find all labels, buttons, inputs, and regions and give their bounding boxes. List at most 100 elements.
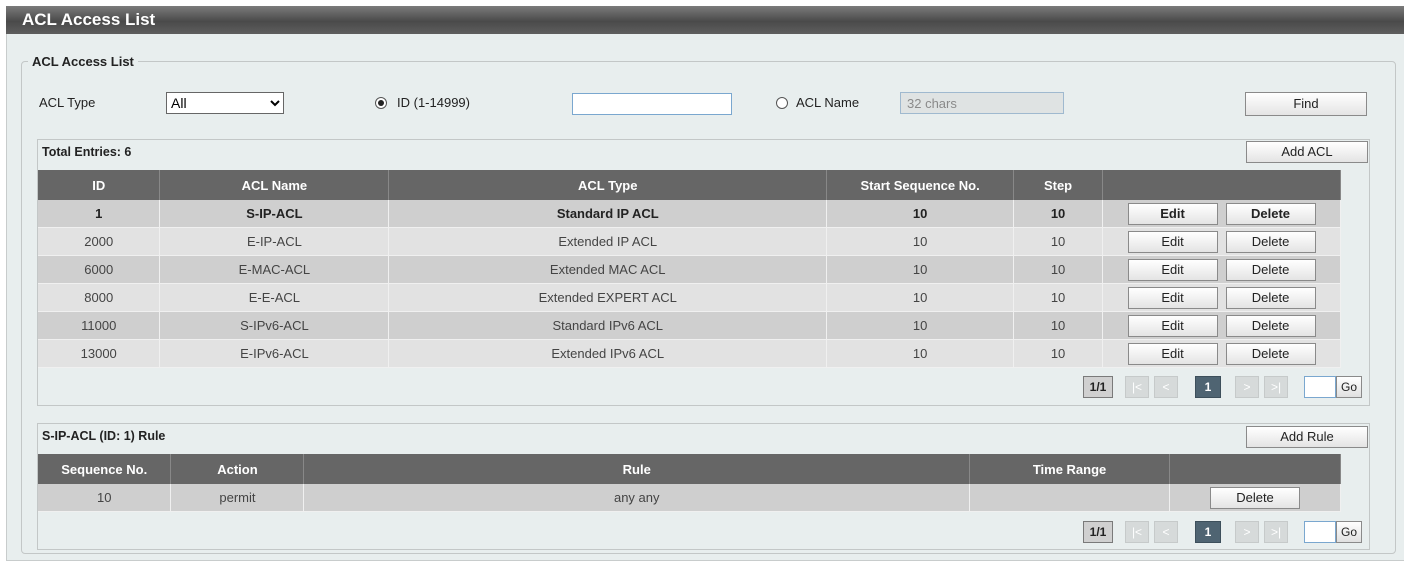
rule-table-title: S-IP-ACL (ID: 1) Rule [42, 429, 166, 443]
edit-button[interactable]: Edit [1127, 286, 1218, 309]
table-row: 10 permit any any Delete [38, 484, 1341, 512]
cell-name: S-IPv6-ACL [159, 311, 390, 340]
cell-actions: Edit Delete [1102, 283, 1341, 312]
go-button[interactable]: Go [1336, 521, 1362, 543]
cell-start: 10 [826, 283, 1015, 312]
cell-action: permit [170, 484, 305, 512]
cell-type: Extended IP ACL [388, 227, 828, 256]
acl-name-radio[interactable] [776, 97, 788, 109]
cell-id: 8000 [38, 283, 161, 312]
cell-id: 6000 [38, 255, 161, 284]
col-action: Action [170, 454, 305, 484]
col-step: Step [1013, 170, 1104, 200]
cell-actions: Edit Delete [1102, 227, 1341, 256]
cell-actions: Edit Delete [1102, 255, 1341, 284]
cell-rule: any any [303, 484, 971, 512]
cell-start: 10 [826, 227, 1015, 256]
cell-step: 10 [1013, 200, 1104, 228]
col-time-range: Time Range [969, 454, 1171, 484]
col-actions [1102, 170, 1341, 200]
cell-start: 10 [826, 255, 1015, 284]
cell-type: Extended MAC ACL [388, 255, 828, 284]
cell-id: 13000 [38, 339, 161, 368]
table-row: 1 S-IP-ACL Standard IP ACL 10 10 Edit Del… [38, 200, 1341, 228]
edit-button[interactable]: Edit [1127, 258, 1218, 281]
id-radio-label: ID (1-14999) [397, 95, 470, 110]
page-title: ACL Access List [6, 6, 1404, 34]
table-row: 6000 E-MAC-ACL Extended MAC ACL 10 10 Ed… [38, 255, 1341, 284]
cell-actions: Edit Delete [1102, 200, 1341, 228]
find-button[interactable]: Find [1245, 92, 1367, 116]
cell-rule-actions: Delete [1169, 484, 1341, 512]
cell-step: 10 [1013, 283, 1104, 312]
edit-button[interactable]: Edit [1127, 230, 1218, 253]
rule-table: Sequence No. Action Rule Time Range 10 p… [38, 454, 1341, 512]
col-acl-type: ACL Type [388, 170, 828, 200]
col-id: ID [38, 170, 161, 200]
table-row: 2000 E-IP-ACL Extended IP ACL 10 10 Edit… [38, 227, 1341, 256]
current-page[interactable]: 1 [1195, 376, 1221, 398]
last-page-button[interactable]: >| [1264, 376, 1288, 398]
add-rule-button[interactable]: Add Rule [1246, 426, 1368, 448]
acl-name-radio-label: ACL Name [796, 95, 860, 110]
cell-step: 10 [1013, 227, 1104, 256]
table-row: 8000 E-E-ACL Extended EXPERT ACL 10 10 E… [38, 283, 1341, 312]
delete-button[interactable]: Delete [1225, 342, 1316, 365]
delete-rule-button[interactable]: Delete [1210, 486, 1300, 509]
page-number-input[interactable] [1304, 521, 1336, 543]
next-page-button[interactable]: > [1235, 521, 1259, 543]
cell-time-range [969, 484, 1171, 512]
table-row: 13000 E-IPv6-ACL Extended IPv6 ACL 10 10… [38, 339, 1341, 368]
cell-step: 10 [1013, 255, 1104, 284]
edit-button[interactable]: Edit [1127, 342, 1218, 365]
delete-button[interactable]: Delete [1225, 258, 1316, 281]
cell-id: 1 [38, 200, 161, 228]
cell-start: 10 [826, 200, 1015, 228]
page-info: 1/1 [1083, 521, 1113, 543]
page-number-input[interactable] [1304, 376, 1336, 398]
cell-type: Extended EXPERT ACL [388, 283, 828, 312]
cell-id: 11000 [38, 311, 161, 340]
add-acl-button[interactable]: Add ACL [1246, 141, 1368, 163]
delete-button[interactable]: Delete [1225, 202, 1316, 225]
page-info: 1/1 [1083, 376, 1113, 398]
cell-name: S-IP-ACL [159, 200, 390, 228]
cell-name: E-MAC-ACL [159, 255, 390, 284]
cell-seq: 10 [38, 484, 172, 512]
acl-type-select[interactable]: All [166, 92, 284, 114]
table-row: 11000 S-IPv6-ACL Standard IPv6 ACL 10 10… [38, 311, 1341, 340]
col-rule-actions [1169, 454, 1341, 484]
cell-actions: Edit Delete [1102, 339, 1341, 368]
acl-table: ID ACL Name ACL Type Start Sequence No. … [38, 170, 1341, 368]
delete-button[interactable]: Delete [1225, 314, 1316, 337]
prev-page-button[interactable]: < [1154, 521, 1178, 543]
id-input[interactable] [572, 93, 732, 115]
prev-page-button[interactable]: < [1154, 376, 1178, 398]
id-radio[interactable] [375, 97, 387, 109]
cell-step: 10 [1013, 311, 1104, 340]
go-button[interactable]: Go [1336, 376, 1362, 398]
edit-button[interactable]: Edit [1127, 314, 1218, 337]
next-page-button[interactable]: > [1235, 376, 1259, 398]
acl-type-label: ACL Type [39, 95, 96, 110]
cell-actions: Edit Delete [1102, 311, 1341, 340]
col-acl-name: ACL Name [159, 170, 390, 200]
edit-button[interactable]: Edit [1127, 202, 1218, 225]
cell-name: E-IPv6-ACL [159, 339, 390, 368]
delete-button[interactable]: Delete [1225, 286, 1316, 309]
cell-name: E-E-ACL [159, 283, 390, 312]
acl-name-input[interactable] [900, 92, 1064, 114]
last-page-button[interactable]: >| [1264, 521, 1288, 543]
total-entries: Total Entries: 6 [42, 145, 132, 159]
col-sequence-no: Sequence No. [38, 454, 172, 484]
cell-type: Standard IP ACL [388, 200, 828, 228]
first-page-button[interactable]: |< [1125, 376, 1149, 398]
current-page[interactable]: 1 [1195, 521, 1221, 543]
delete-button[interactable]: Delete [1225, 230, 1316, 253]
cell-id: 2000 [38, 227, 161, 256]
cell-start: 10 [826, 311, 1015, 340]
first-page-button[interactable]: |< [1125, 521, 1149, 543]
cell-start: 10 [826, 339, 1015, 368]
cell-name: E-IP-ACL [159, 227, 390, 256]
group-legend: ACL Access List [32, 54, 134, 69]
